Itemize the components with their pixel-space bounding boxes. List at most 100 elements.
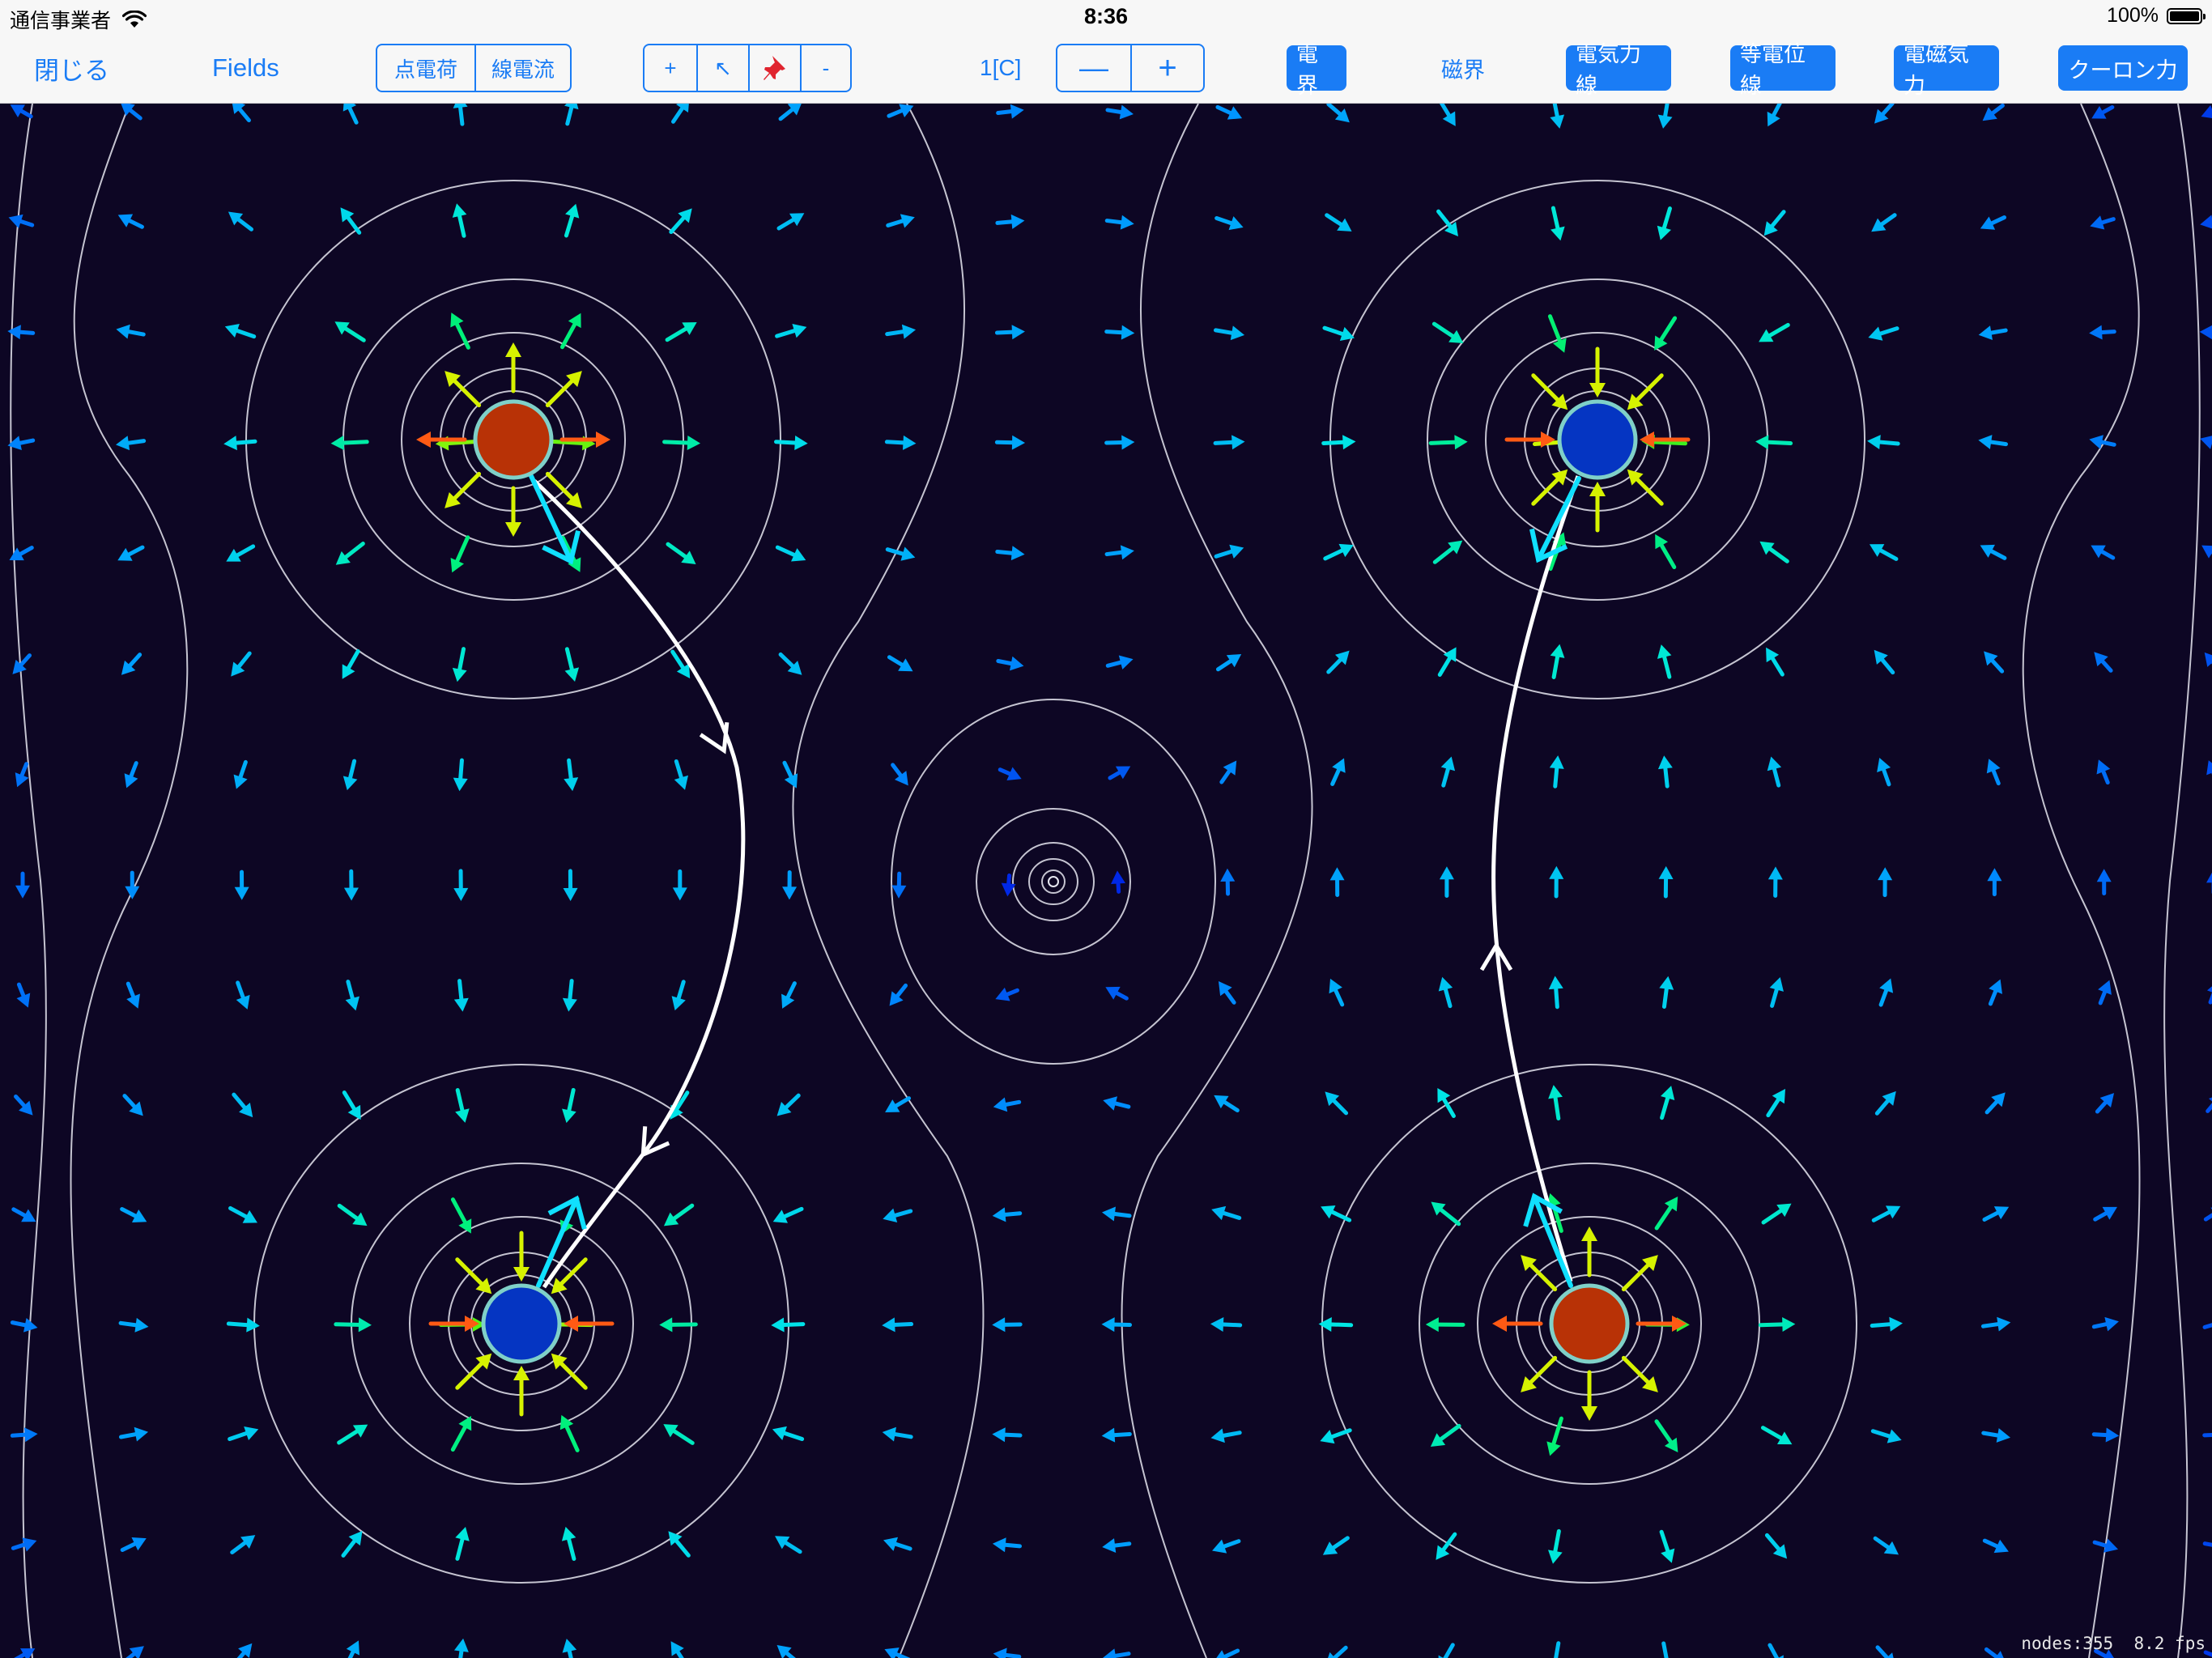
field-vector-arrow bbox=[1425, 1317, 1465, 1333]
field-vector-arrow bbox=[995, 546, 1025, 561]
remove-charge-tool[interactable]: - bbox=[800, 45, 850, 91]
field-vector-arrow bbox=[232, 104, 251, 123]
field-vector-arrow bbox=[1101, 1206, 1132, 1222]
field-vector-arrow bbox=[230, 1535, 256, 1554]
field-vector-arrow bbox=[670, 649, 691, 678]
add-charge-tool[interactable]: + bbox=[644, 45, 696, 91]
stats-footer: nodes:355 8.2 fps bbox=[2021, 1634, 2206, 1653]
field-vector-arrow bbox=[886, 214, 915, 228]
select-arrow-icon[interactable]: ↖ bbox=[696, 45, 748, 91]
positive-charge[interactable] bbox=[1549, 1283, 1630, 1364]
toggle-electric-field[interactable]: 電界 bbox=[1287, 42, 1346, 98]
field-vector-arrow bbox=[1325, 1091, 1349, 1116]
field-vector-arrow bbox=[672, 869, 687, 901]
field-vector-arrow bbox=[2091, 545, 2116, 560]
field-vector-arrow bbox=[231, 651, 252, 677]
field-vector-arrow bbox=[564, 203, 580, 238]
field-vector-arrow bbox=[233, 759, 248, 789]
near-field-arrow bbox=[513, 1231, 530, 1282]
negative-charge[interactable] bbox=[481, 1283, 562, 1364]
field-vector-arrow bbox=[9, 546, 34, 561]
equipotential-ring bbox=[976, 808, 1131, 955]
field-vector-arrow bbox=[1550, 644, 1565, 679]
field-vector-arrow bbox=[226, 544, 256, 562]
field-vector-arrow bbox=[1870, 1316, 1903, 1332]
pin-icon[interactable] bbox=[748, 45, 800, 91]
field-vector-arrow bbox=[781, 981, 797, 1009]
field-vector-arrow bbox=[1654, 316, 1678, 351]
negative-charge[interactable] bbox=[1557, 399, 1638, 480]
decrement-button[interactable]: — bbox=[1057, 45, 1130, 91]
field-vector-arrow bbox=[121, 653, 143, 675]
field-vector-arrow bbox=[120, 1206, 147, 1222]
field-vector-arrow bbox=[1323, 543, 1354, 561]
field-vector-arrow bbox=[228, 211, 254, 232]
field-vector-arrow bbox=[559, 312, 581, 350]
positive-charge[interactable] bbox=[473, 399, 554, 480]
field-vector-arrow bbox=[1214, 215, 1244, 231]
field-vector-arrow bbox=[1438, 976, 1453, 1009]
status-time: 8:36 bbox=[1083, 4, 1129, 28]
field-vector-arrow bbox=[343, 869, 359, 901]
field-vector-arrow bbox=[1212, 1539, 1241, 1554]
field-canvas[interactable] bbox=[0, 104, 2212, 1658]
field-vector-arrow bbox=[346, 1640, 359, 1658]
field-vector-arrow bbox=[223, 436, 257, 451]
field-vector-arrow bbox=[998, 767, 1022, 781]
field-vector-arrow bbox=[1982, 1206, 2010, 1222]
field-vector-arrow bbox=[2098, 980, 2112, 1005]
field-vector-arrow bbox=[1211, 1205, 1242, 1221]
field-vector-arrow bbox=[1322, 1536, 1350, 1555]
battery-icon bbox=[2167, 7, 2206, 24]
field-vector-arrow bbox=[1326, 650, 1350, 674]
field-vector-arrow bbox=[453, 104, 468, 126]
segment-line-current[interactable]: 線電流 bbox=[474, 45, 570, 91]
field-vector-arrow bbox=[11, 1537, 37, 1552]
field-vector-arrow bbox=[122, 1094, 143, 1116]
field-vector-arrow bbox=[2202, 1432, 2212, 1438]
pin-glyph bbox=[764, 56, 785, 80]
field-vector-arrow bbox=[10, 1317, 38, 1333]
field-vector-arrow bbox=[992, 1427, 1023, 1443]
field-vector-arrow bbox=[2199, 325, 2212, 340]
segment-point-charge[interactable]: 点電荷 bbox=[377, 45, 474, 91]
field-vector-arrow bbox=[1769, 977, 1784, 1008]
field-vector-arrow bbox=[453, 979, 469, 1012]
field-lines bbox=[533, 475, 1580, 1289]
near-field-arrow bbox=[1531, 373, 1568, 410]
battery-group: 100% bbox=[2107, 4, 2206, 28]
field-vector-arrow bbox=[669, 208, 692, 235]
near-field-arrow bbox=[1589, 346, 1606, 397]
equipotential-ring bbox=[1028, 858, 1078, 905]
field-vector-arrow bbox=[1546, 1416, 1563, 1456]
near-field-arrow bbox=[1589, 482, 1606, 533]
field-vector-arrow bbox=[772, 1206, 804, 1223]
increment-button[interactable]: + bbox=[1130, 45, 1203, 91]
toggle-field-lines-wrap: 電気力線 bbox=[1566, 32, 1671, 104]
fields-button[interactable]: Fields bbox=[212, 32, 279, 104]
field-vector-arrow bbox=[450, 1415, 472, 1452]
fps-readout: 8.2 fps bbox=[2133, 1634, 2206, 1653]
field-vector-arrow bbox=[125, 870, 140, 899]
field-vector-arrow bbox=[1764, 1533, 1788, 1559]
field-vector-arrow bbox=[564, 647, 580, 682]
toggle-magnetic-field[interactable]: 磁界 bbox=[1441, 32, 1485, 104]
field-vector-arrow bbox=[1105, 104, 1134, 120]
toggle-coulomb-wrap: クーロン力 bbox=[2058, 32, 2188, 104]
field-vector-arrow bbox=[1759, 322, 1790, 342]
near-field-arrow bbox=[1521, 1255, 1558, 1292]
toggle-equipotential-lines[interactable]: 等電位線 bbox=[1730, 42, 1836, 98]
toggle-em-force[interactable]: 電磁気力 bbox=[1894, 42, 1999, 98]
field-vector-arrow bbox=[2203, 1207, 2212, 1222]
field-vector-arrow bbox=[342, 1090, 361, 1120]
field-vector-arrow bbox=[1432, 540, 1463, 564]
field-vector-arrow bbox=[118, 1426, 149, 1442]
toggle-field-lines[interactable]: 電気力線 bbox=[1566, 42, 1671, 98]
toggle-coulomb-force[interactable]: クーロン力 bbox=[2058, 45, 2188, 91]
field-vector-arrow bbox=[1760, 1426, 1793, 1445]
field-vector-arrow bbox=[2206, 872, 2212, 894]
field-vector-arrow bbox=[884, 435, 917, 450]
close-button[interactable]: 閉じる bbox=[34, 32, 109, 104]
field-vector-arrow bbox=[1210, 1428, 1242, 1443]
field-vector-arrow bbox=[1210, 1316, 1243, 1332]
